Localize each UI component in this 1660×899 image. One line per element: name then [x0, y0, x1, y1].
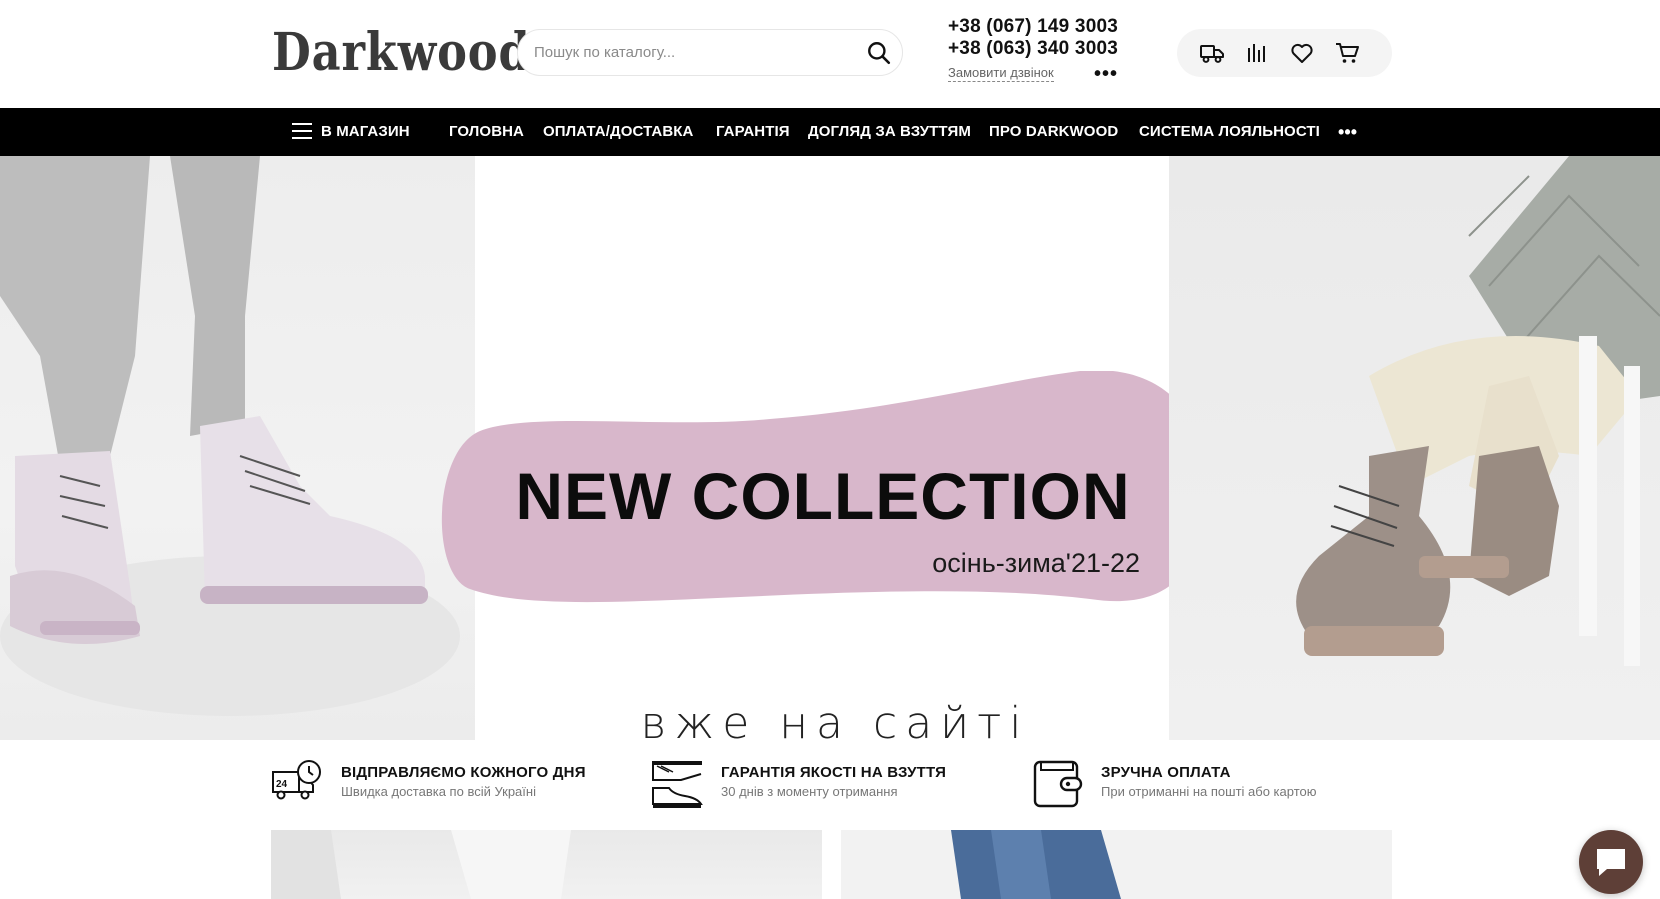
- features-bar: 24 ВІДПРАВЛЯЄМО КОЖНОГО ДНЯ Швидка доста…: [0, 740, 1660, 830]
- heart-icon[interactable]: [1289, 40, 1315, 66]
- feature-quality: ГАРАНТІЯ ЯКОСТІ НА ВЗУТТЯ 30 днів з моме…: [651, 740, 991, 830]
- shoe-quality-icon: [651, 758, 703, 810]
- nav-item-about[interactable]: ПРО DARKWOOD: [989, 108, 1118, 156]
- feature-delivery-subtitle: Швидка доставка по всій Україні: [341, 784, 536, 799]
- hero-tagline: вже на сайті: [640, 698, 1030, 740]
- phone-number-1[interactable]: +38 (067) 149 3003: [948, 16, 1118, 38]
- feature-delivery: 24 ВІДПРАВЛЯЄМО КОЖНОГО ДНЯ Швидка доста…: [271, 740, 611, 830]
- nav-more-button[interactable]: •••: [1338, 108, 1357, 156]
- header: Darkwood +38 (067) 149 3003 +38 (063) 34…: [0, 0, 1660, 108]
- feature-quality-title: ГАРАНТІЯ ЯКОСТІ НА ВЗУТТЯ: [721, 764, 947, 781]
- nav-catalog[interactable]: В МАГАЗИН: [321, 108, 410, 156]
- feature-payment-title: ЗРУЧНА ОПЛАТА: [1101, 764, 1231, 781]
- truck-icon[interactable]: [1199, 40, 1225, 66]
- feature-payment-subtitle: При отриманні на пошті або картою: [1101, 784, 1317, 799]
- delivery-24-icon: 24: [271, 758, 323, 810]
- search-input[interactable]: [534, 30, 854, 75]
- hero-banner[interactable]: NEW COLLECTION осінь-зима'21-22 вже на с…: [0, 156, 1660, 740]
- nav-item-payment-delivery[interactable]: ОПЛАТА/ДОСТАВКА: [543, 108, 693, 156]
- nav-item-shoe-care[interactable]: ДОГЛЯД ЗА ВЗУТТЯМ: [808, 108, 971, 156]
- nav-item-warranty[interactable]: ГАРАНТІЯ: [716, 108, 790, 156]
- header-actions: [1177, 29, 1392, 77]
- nav-item-loyalty[interactable]: СИСТЕМА ЛОЯЛЬНОСТІ: [1139, 108, 1320, 156]
- main-nav: В МАГАЗИН ГОЛОВНА ОПЛАТА/ДОСТАВКА ГАРАНТ…: [0, 108, 1660, 156]
- logo[interactable]: Darkwood: [272, 22, 531, 84]
- search-icon[interactable]: [866, 40, 892, 66]
- chat-bubble-icon: [1597, 849, 1625, 876]
- feature-payment: ЗРУЧНА ОПЛАТА При отриманні на пошті або…: [1031, 740, 1391, 830]
- feature-delivery-title: ВІДПРАВЛЯЄМО КОЖНОГО ДНЯ: [341, 764, 586, 781]
- chat-button[interactable]: [1579, 830, 1643, 894]
- cart-icon[interactable]: [1334, 40, 1360, 66]
- hero-subtitle: осінь-зима'21-22: [932, 548, 1140, 578]
- menu-icon[interactable]: [292, 123, 312, 141]
- feature-quality-subtitle: 30 днів з моменту отримання: [721, 784, 898, 799]
- hero-photo-right: [1169, 156, 1660, 740]
- hero-title: NEW COLLECTION: [515, 459, 1131, 533]
- compare-icon[interactable]: [1244, 40, 1270, 66]
- contacts-more-button[interactable]: •••: [1094, 64, 1118, 84]
- category-tile-1[interactable]: [271, 830, 822, 899]
- page: Darkwood +38 (067) 149 3003 +38 (063) 34…: [0, 0, 1660, 899]
- svg-text:24: 24: [276, 779, 288, 790]
- search-box: [517, 29, 903, 76]
- callback-link[interactable]: Замовити дзвінок: [948, 65, 1054, 82]
- nav-item-home[interactable]: ГОЛОВНА: [449, 108, 524, 156]
- hero-photo-left: [0, 156, 475, 740]
- wallet-icon: [1031, 758, 1083, 810]
- phone-number-2[interactable]: +38 (063) 340 3003: [948, 38, 1118, 60]
- phone-list: +38 (067) 149 3003 +38 (063) 340 3003: [948, 16, 1118, 60]
- category-tile-2[interactable]: [841, 830, 1392, 899]
